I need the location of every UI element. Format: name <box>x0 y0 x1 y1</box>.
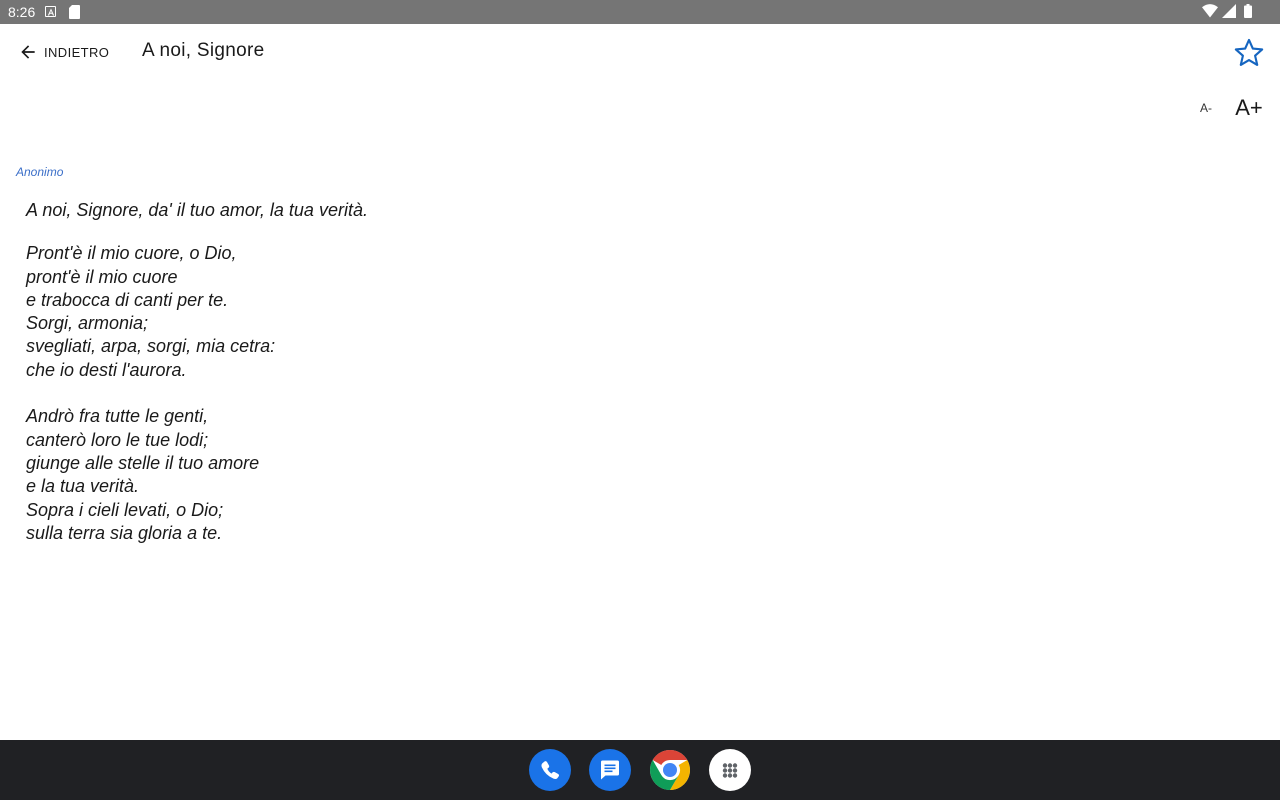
wifi-icon <box>1202 4 1218 18</box>
signal-icon <box>1222 4 1236 18</box>
status-indicators <box>1202 4 1258 20</box>
lyric-line: Pront'è il mio cuore, o Dio, <box>26 243 237 264</box>
app-drawer-icon <box>722 763 738 778</box>
back-button[interactable]: INDIETRO <box>12 32 115 72</box>
sd-card-icon <box>69 5 80 24</box>
app-dock <box>0 740 1280 800</box>
lyric-line: pront'è il mio cuore <box>26 266 178 287</box>
app-drawer-button[interactable] <box>709 749 751 791</box>
chrome-icon <box>650 750 690 790</box>
messages-icon <box>601 760 619 780</box>
lyric-line: sulla terra sia gloria a te. <box>26 522 223 543</box>
lyric-line: svegliati, arpa, sorgi, mia cetra: <box>26 336 276 357</box>
battery-icon <box>1244 4 1252 18</box>
stanza-2: Andrò fra tutte le genti, canterò loro l… <box>26 405 726 545</box>
lyric-line: giunge alle stelle il tuo amore <box>26 452 260 473</box>
lyric-line: Sopra i cieli levati, o Dio; <box>26 499 224 520</box>
arrow-left-icon <box>21 45 35 59</box>
lyric-line: A noi, Signore, da' il tuo amor, la tua … <box>26 200 368 220</box>
status-bar: 8:26 <box>0 0 1280 24</box>
star-outline-icon <box>1234 38 1264 66</box>
lyric-line: Andrò fra tutte le genti, <box>26 406 209 427</box>
phone-icon <box>541 761 560 780</box>
page-title: A noi, Signore <box>142 40 265 61</box>
decrease-font-button[interactable]: A- <box>1193 98 1219 118</box>
favorite-button[interactable] <box>1232 36 1266 70</box>
messages-app-button[interactable] <box>589 749 631 791</box>
back-label: INDIETRO <box>44 44 110 60</box>
status-time: 8:26 <box>8 4 36 20</box>
lyric-line: e la tua verità. <box>26 476 140 497</box>
refrain: A noi, Signore, da' il tuo amor, la tua … <box>26 199 726 222</box>
lyric-line: canterò loro le tue lodi; <box>26 429 209 450</box>
song-author: Anonimo <box>16 165 64 179</box>
chrome-app-button[interactable] <box>649 749 691 791</box>
accessibility-notification-icon <box>45 6 56 17</box>
song-lyrics: A noi, Signore, da' il tuo amor, la tua … <box>26 199 726 545</box>
app-bar: INDIETRO A noi, Signore <box>0 24 1280 80</box>
stanza-1: Pront'è il mio cuore, o Dio, pront'è il … <box>26 242 726 382</box>
lyric-line: che io desti l'aurora. <box>26 359 187 380</box>
lyric-line: Sorgi, armonia; <box>26 313 149 334</box>
increase-font-button[interactable]: A+ <box>1229 93 1269 123</box>
phone-app-button[interactable] <box>529 749 571 791</box>
lyric-line: e trabocca di canti per te. <box>26 289 229 310</box>
